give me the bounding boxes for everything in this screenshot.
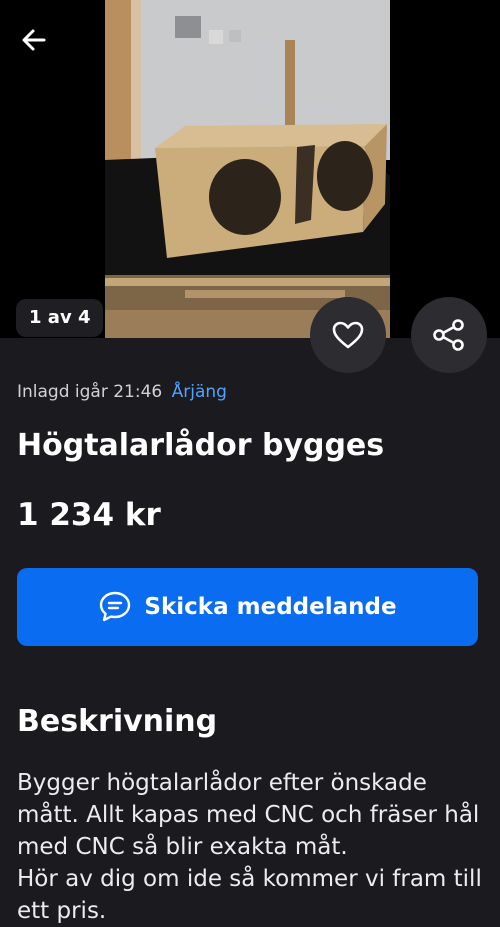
listing-price: 1 234 kr bbox=[17, 497, 161, 533]
listing-photo[interactable] bbox=[105, 0, 390, 338]
listing-meta: Inlagd igår 21:46 Årjäng bbox=[17, 382, 227, 402]
back-button[interactable] bbox=[14, 20, 54, 60]
arrow-left-icon bbox=[22, 29, 46, 51]
heart-icon bbox=[332, 321, 364, 349]
description-heading: Beskrivning bbox=[17, 704, 218, 739]
image-gallery[interactable]: 1 av 4 bbox=[0, 0, 500, 338]
listing-title: Högtalarlådor bygges bbox=[17, 428, 385, 463]
description-text: Bygger högtalarlådor efter önskade mått.… bbox=[17, 770, 482, 924]
chat-bubble-icon bbox=[100, 591, 131, 622]
location-link[interactable]: Årjäng bbox=[172, 382, 227, 402]
favorite-button[interactable] bbox=[310, 297, 386, 373]
image-counter: 1 av 4 bbox=[16, 299, 104, 337]
posted-time: Inlagd igår 21:46 bbox=[17, 382, 163, 402]
send-message-label: Skicka meddelande bbox=[144, 594, 397, 620]
share-button[interactable] bbox=[411, 297, 487, 373]
send-message-button[interactable]: Skicka meddelande bbox=[17, 568, 478, 646]
share-icon bbox=[433, 319, 464, 351]
